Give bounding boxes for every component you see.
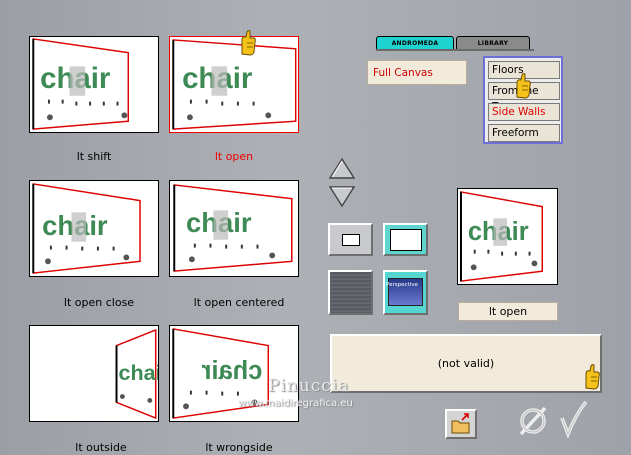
caption-lt-open: lt open (214, 150, 254, 163)
pointer-hand-icon (238, 30, 258, 56)
preview-caption-field: lt open (458, 302, 558, 321)
frame-large-icon (390, 229, 422, 251)
arrow-down-button[interactable] (328, 184, 356, 208)
pointer-hand-icon (513, 73, 533, 99)
texture-button[interactable] (328, 270, 373, 315)
thumb-lt-open-centered[interactable]: chair (169, 180, 299, 277)
status-text: (not valid) (437, 357, 495, 370)
preview-thumbnail: chair (457, 188, 558, 285)
status-box: (not valid) (330, 334, 602, 393)
mode-field[interactable]: Full Canvas (367, 60, 467, 85)
thumb-word: chair (118, 361, 158, 385)
watermark-url: www.maidiregrafica.eu (238, 398, 353, 409)
arrow-up-button[interactable] (328, 157, 356, 181)
tab-andromeda[interactable]: ANDROMEDA (376, 36, 454, 50)
perspective-button[interactable]: Perspective (383, 270, 428, 315)
thumb-lt-open-centered-preview: chair (173, 184, 293, 272)
thumb-lt-open-close[interactable]: chair (29, 180, 159, 277)
thumb-lt-outside-preview: chair (115, 328, 158, 420)
tab-library[interactable]: LIBRARY (456, 36, 530, 50)
watermark-name: Pinuccia (268, 376, 350, 396)
menu-item-freeform[interactable]: Freeform (488, 124, 560, 142)
caption-lt-outside: lt outside (75, 441, 127, 454)
thumb-lt-open[interactable]: chair (169, 36, 299, 133)
thumb-word: chair (201, 357, 262, 385)
frame-small-icon (342, 234, 360, 246)
arrow-down-icon (328, 186, 356, 208)
thumb-lt-open-close-preview: chair (32, 183, 141, 274)
caption-lt-wrongside: lt wrongside (205, 441, 273, 454)
thumb-lt-shift[interactable]: chair (29, 36, 159, 133)
arrow-up-icon (328, 157, 356, 179)
caption-lt-open-close: lt open close (63, 296, 135, 309)
pointer-hand-icon (582, 364, 602, 390)
caption-lt-shift: lt shift (76, 150, 112, 163)
frame-large-button[interactable] (383, 223, 428, 256)
thumb-lt-open-preview: chair (172, 39, 297, 130)
frame-small-button[interactable] (328, 223, 373, 256)
thumb-lt-outside[interactable]: chair (29, 325, 159, 422)
open-folder-button[interactable] (445, 409, 477, 439)
thumb-lt-shift-preview: chair (32, 38, 130, 130)
preview-caption: lt open (488, 305, 528, 318)
caption-lt-open-centered: lt open centered (193, 296, 285, 309)
menu-item-side-walls[interactable]: Side Walls (488, 103, 560, 121)
perspective-label: Perspective (386, 282, 418, 288)
preview-image: chair (460, 191, 544, 282)
folder-icon (451, 413, 470, 434)
mode-menu: Floors From the Top Side Walls Freeform (483, 56, 563, 144)
mode-field-label: Full Canvas (373, 67, 433, 79)
tab-divider (376, 49, 534, 51)
ok-check-icon[interactable] (558, 400, 588, 439)
cancel-icon[interactable] (516, 404, 550, 438)
